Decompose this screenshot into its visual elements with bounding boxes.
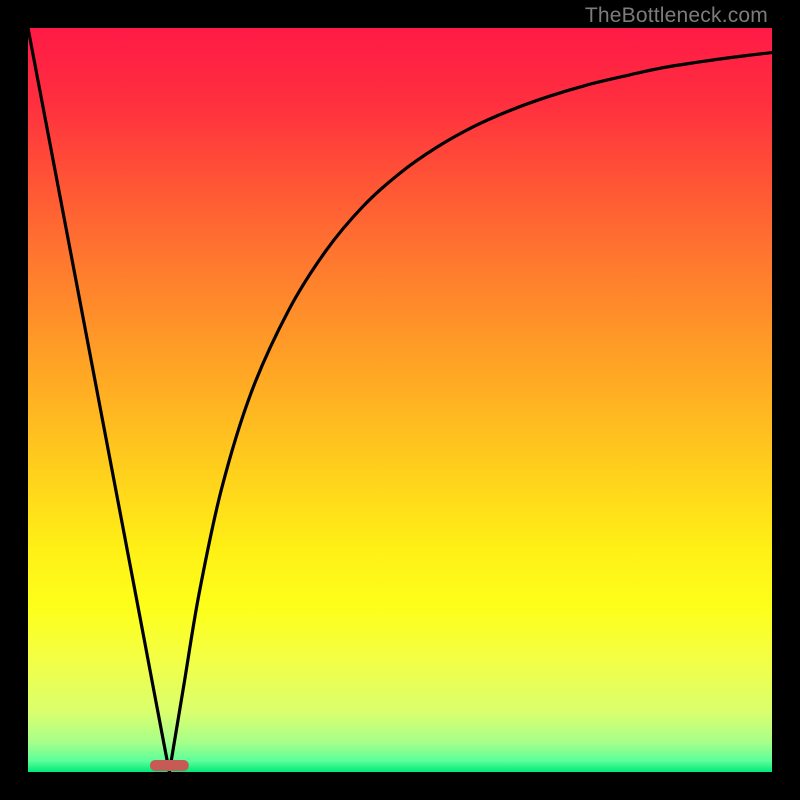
gradient-background: [28, 28, 772, 772]
watermark-text: TheBottleneck.com: [585, 4, 768, 28]
bottleneck-chart: [28, 28, 772, 772]
optimum-marker: [150, 760, 189, 771]
chart-frame: [28, 28, 772, 772]
